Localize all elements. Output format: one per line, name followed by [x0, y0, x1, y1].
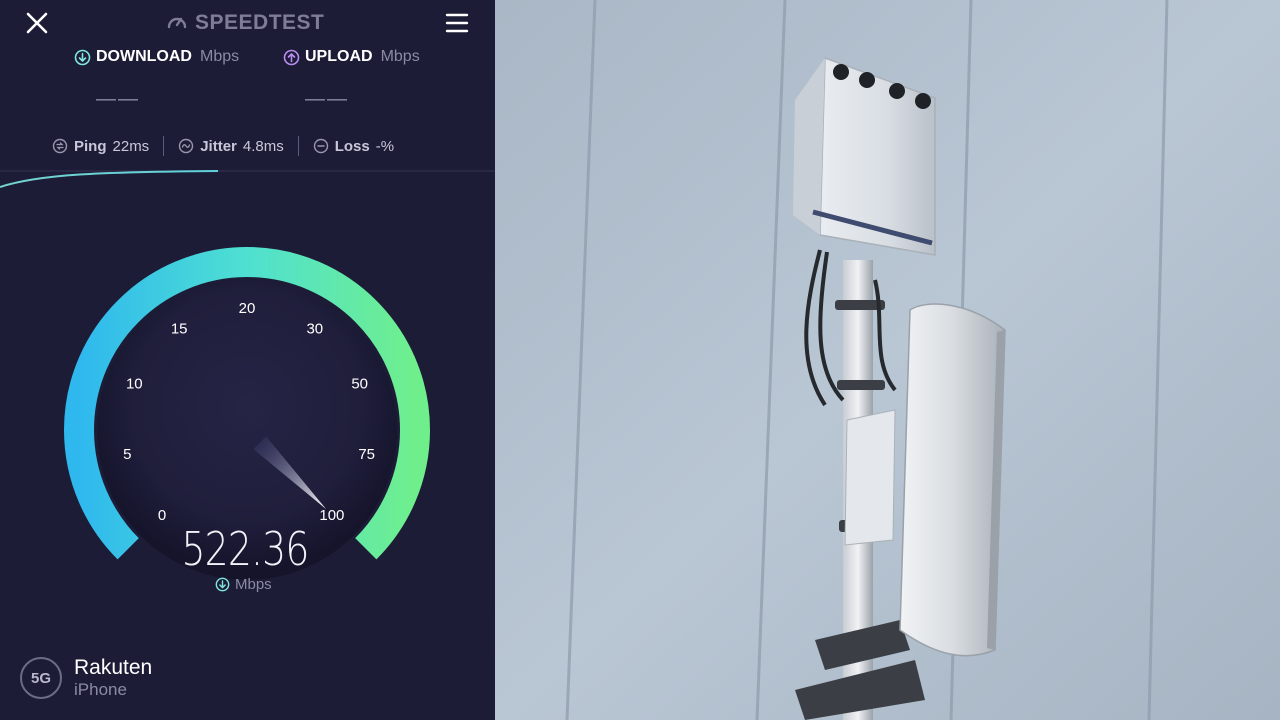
provider-text: Rakuten iPhone — [74, 656, 152, 700]
speedtest-panel: SPEEDTEST DOWNLOAD Mbps UPLOAD Mbps —— —… — [0, 0, 495, 720]
speed-reading: 522.36 — [181, 522, 309, 576]
gauge-tick-label: 30 — [306, 321, 323, 338]
gauge-tick-label: 50 — [351, 375, 368, 392]
provider-device: iPhone — [74, 680, 127, 699]
speed-gauge: 05101520305075100 — [0, 170, 495, 580]
gauge-tick-label: 20 — [239, 300, 256, 317]
speed-unit-label: Mbps — [235, 576, 272, 593]
download-arrow-icon — [215, 577, 230, 592]
gauge-tick-label: 10 — [126, 375, 143, 392]
progress-line — [0, 170, 219, 188]
gauge-tick-label: 5 — [123, 446, 131, 463]
antenna-photo — [495, 0, 1280, 720]
panel-antenna — [899, 303, 1006, 657]
network-5g-badge: 5G — [20, 657, 62, 699]
gauge-tick-label: 15 — [171, 321, 188, 338]
provider-info[interactable]: 5G Rakuten iPhone — [20, 656, 152, 700]
provider-name: Rakuten — [74, 656, 153, 679]
mast-bracket — [844, 409, 896, 546]
speed-reading-unit: Mbps — [215, 576, 272, 593]
gauge-tick-label: 75 — [358, 446, 375, 463]
